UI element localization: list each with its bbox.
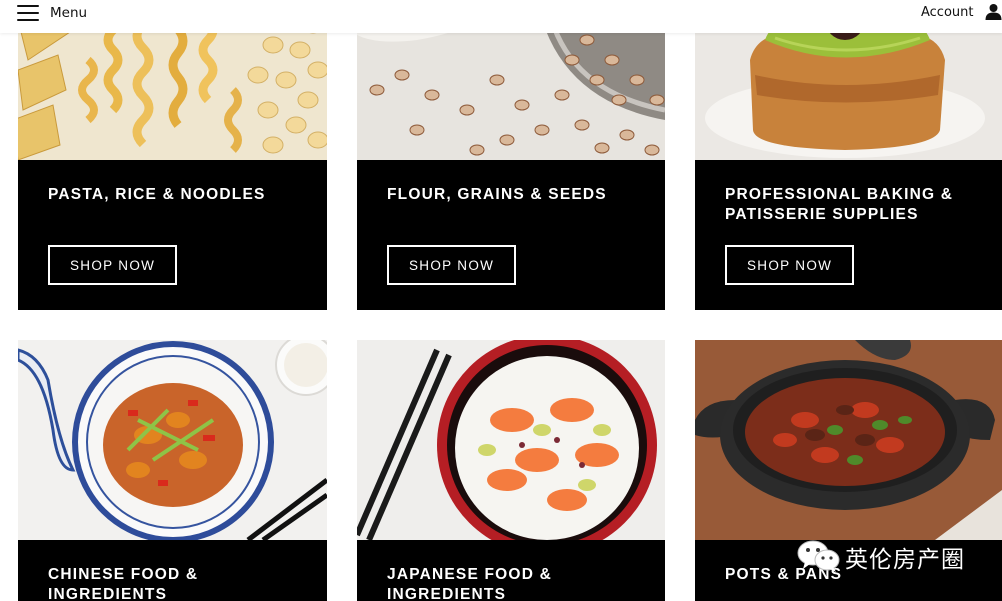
- wechat-watermark: 英伦房产圈: [795, 537, 975, 575]
- tile-title: FLOUR, GRAINS & SEEDS: [387, 186, 607, 203]
- category-tile-baking[interactable]: PROFESSIONAL BAKING & PATISSERIE SUPPLIE…: [695, 0, 1002, 310]
- tile-title: PASTA, RICE & NOODLES: [48, 186, 266, 203]
- tile-panel: CHINESE FOOD & INGREDIENTS: [18, 540, 327, 601]
- shop-now-button[interactable]: SHOP NOW: [48, 245, 178, 285]
- tile-title: JAPANESE FOOD & INGREDIENTS: [387, 566, 552, 601]
- category-tile-pasta[interactable]: PASTA, RICE & NOODLES SHOP NOW: [18, 0, 327, 310]
- tile-panel: PASTA, RICE & NOODLES SHOP NOW: [18, 160, 327, 310]
- hamburger-icon: [17, 5, 39, 21]
- japanese-food-image: [357, 340, 665, 540]
- tile-panel: FLOUR, GRAINS & SEEDS SHOP NOW: [357, 160, 665, 310]
- menu-label: Menu: [50, 5, 88, 21]
- tile-panel: PROFESSIONAL BAKING & PATISSERIE SUPPLIE…: [695, 160, 1002, 310]
- category-tile-japanese[interactable]: JAPANESE FOOD & INGREDIENTS: [357, 340, 665, 601]
- pots-pans-image: [695, 340, 1002, 540]
- category-tile-chinese[interactable]: CHINESE FOOD & INGREDIENTS: [18, 340, 327, 601]
- watermark-text: 英伦房产圈: [845, 547, 965, 573]
- tile-title: CHINESE FOOD & INGREDIENTS: [48, 566, 199, 601]
- shop-now-button[interactable]: SHOP NOW: [387, 245, 517, 285]
- user-icon[interactable]: [985, 3, 1002, 20]
- tile-panel: JAPANESE FOOD & INGREDIENTS: [357, 540, 665, 601]
- menu-button[interactable]: Menu: [17, 2, 87, 24]
- account-link[interactable]: Account: [921, 5, 974, 20]
- chinese-food-image: [18, 340, 327, 540]
- tile-title: PROFESSIONAL BAKING & PATISSERIE SUPPLIE…: [725, 186, 954, 223]
- wechat-icon: [797, 540, 840, 572]
- shop-now-button[interactable]: SHOP NOW: [725, 245, 855, 285]
- category-tile-flour[interactable]: FLOUR, GRAINS & SEEDS SHOP NOW: [357, 0, 665, 310]
- site-header: Menu Account: [0, 0, 1002, 33]
